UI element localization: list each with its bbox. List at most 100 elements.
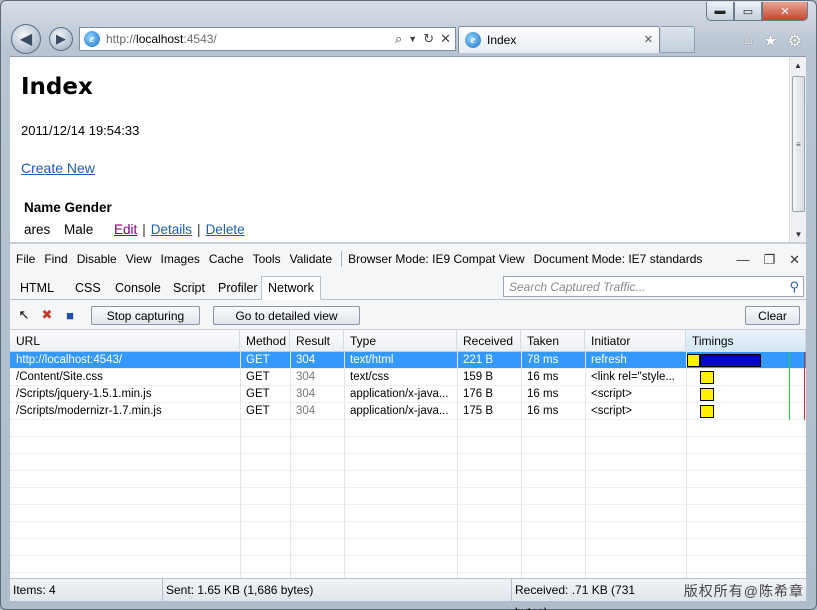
menu-file[interactable]: File: [16, 252, 35, 266]
table-header-row: URL Method Result Type Received Taken In…: [10, 330, 806, 352]
tab-script[interactable]: Script: [167, 276, 211, 300]
new-tab-button[interactable]: [661, 26, 695, 53]
ie-icon: e: [465, 32, 481, 48]
select-cursor-icon[interactable]: ↖: [16, 307, 32, 323]
browser-window: ▬ ▭ ✕ ◀ ▶ e http://localhost:4543/ ⌕ ▼ ↻…: [0, 0, 817, 610]
cell-type: text/css: [350, 371, 389, 383]
cell-initiator: <script>: [591, 388, 632, 400]
cell-method: GET: [246, 388, 270, 400]
address-bar[interactable]: e http://localhost:4543/ ⌕ ▼ ↻ ✕: [79, 27, 456, 51]
window-caption-buttons: ▬ ▭ ✕: [706, 2, 808, 21]
load-event-line: [804, 352, 805, 420]
create-new-link[interactable]: Create New: [21, 160, 95, 176]
close-window-button[interactable]: ✕: [762, 2, 808, 21]
column-divider: [240, 352, 241, 579]
cell-received: 176 B: [463, 388, 494, 400]
detailed-view-button[interactable]: Go to detailed view: [213, 306, 360, 325]
stop-capturing-button[interactable]: Stop capturing: [91, 306, 200, 325]
cell-initiator: refresh: [591, 354, 627, 366]
clear-cache-icon[interactable]: ✖: [39, 307, 55, 323]
page-scrollbar[interactable]: ▲ ≡ ▼: [789, 57, 806, 242]
stop-icon[interactable]: ✕: [440, 31, 451, 47]
forward-arrow-icon: ▶: [56, 31, 66, 46]
cell-taken: 16 ms: [527, 405, 559, 417]
scroll-up-icon[interactable]: ▲: [790, 57, 806, 74]
col-timings[interactable]: Timings: [686, 330, 806, 352]
menu-cache[interactable]: Cache: [209, 252, 244, 266]
cell-result: 304: [296, 371, 316, 383]
navigation-bar: ◀ ▶ e http://localhost:4543/ ⌕ ▼ ↻ ✕ e I…: [9, 23, 810, 55]
menu-disable[interactable]: Disable: [77, 252, 117, 266]
cell-type: application/x-java...: [350, 405, 449, 417]
timing-bar-wait: [700, 371, 714, 384]
col-method[interactable]: Method: [240, 330, 290, 352]
details-link[interactable]: Details: [151, 222, 192, 237]
scroll-thumb[interactable]: ≡: [792, 76, 805, 212]
devtools-undock-icon[interactable]: ❐: [763, 252, 775, 268]
devtools-close-icon[interactable]: ✕: [789, 252, 800, 268]
tab-close-icon[interactable]: ✕: [644, 33, 653, 46]
devtools-minimize-icon[interactable]: —: [736, 252, 749, 268]
cell-type: text/html: [350, 354, 394, 366]
col-received[interactable]: Received: [457, 330, 521, 352]
minimize-button[interactable]: ▬: [706, 2, 734, 21]
col-initiator[interactable]: Initiator: [585, 330, 686, 352]
refresh-icon[interactable]: ↻: [423, 31, 434, 47]
column-divider: [290, 352, 291, 579]
forward-button[interactable]: ▶: [49, 27, 73, 51]
col-taken[interactable]: Taken: [521, 330, 585, 352]
clear-button[interactable]: Clear: [745, 306, 800, 325]
link-separator: |: [197, 222, 201, 237]
column-divider: [344, 352, 345, 579]
cell-initiator: <script>: [591, 405, 632, 417]
document-mode-menu[interactable]: Document Mode: IE7 standards: [534, 252, 703, 266]
network-requests-table: URL Method Result Type Received Taken In…: [10, 329, 806, 579]
column-divider: [585, 352, 586, 579]
browser-mode-menu[interactable]: Browser Mode: IE9 Compat View: [348, 252, 525, 266]
cell-initiator: <link rel="style...: [591, 371, 675, 383]
menu-validate[interactable]: Validate: [290, 252, 332, 266]
search-icon[interactable]: ⌕: [395, 31, 402, 47]
col-url[interactable]: URL: [10, 330, 240, 352]
tab-profiler[interactable]: Profiler: [212, 276, 264, 300]
search-icon[interactable]: ⚲: [789, 279, 799, 295]
tab-index[interactable]: e Index ✕: [458, 26, 660, 53]
column-divider: [521, 352, 522, 579]
cell-result: 304: [296, 405, 316, 417]
cell-result: 304: [296, 388, 316, 400]
scroll-down-icon[interactable]: ▼: [790, 226, 806, 242]
status-bar: Items: 4 Sent: 1.65 KB (1,686 bytes) Rec…: [10, 578, 806, 610]
menu-tools[interactable]: Tools: [253, 252, 281, 266]
tab-css[interactable]: CSS: [69, 276, 107, 300]
tab-network[interactable]: Network: [261, 276, 321, 300]
sort-indicator-icon: ^: [739, 329, 743, 335]
status-received: Received: .71 KB (731 bytes): [515, 583, 636, 610]
back-button[interactable]: ◀: [11, 24, 41, 54]
cell-received: 221 B: [463, 354, 494, 366]
column-divider: [457, 352, 458, 579]
delete-link[interactable]: Delete: [206, 222, 245, 237]
page-title: Index: [21, 74, 93, 100]
search-traffic-input[interactable]: Search Captured Traffic... ⚲: [503, 276, 804, 297]
col-type[interactable]: Type: [344, 330, 457, 352]
save-icon[interactable]: ■: [62, 307, 78, 323]
home-icon[interactable]: ⌂: [744, 31, 754, 51]
ie-icon: e: [84, 31, 100, 47]
favorites-star-icon[interactable]: ★: [763, 31, 777, 51]
search-placeholder: Search Captured Traffic...: [509, 280, 646, 294]
tab-console[interactable]: Console: [109, 276, 167, 300]
gear-icon[interactable]: ⚙: [788, 31, 802, 51]
address-text[interactable]: http://localhost:4543/: [106, 32, 217, 46]
cell-result: 304: [296, 354, 316, 366]
web-page-content: Index 2011/12/14 19:54:33 Create New Nam…: [10, 56, 806, 242]
menu-images[interactable]: Images: [161, 252, 200, 266]
tab-html[interactable]: HTML: [14, 276, 60, 300]
menu-find[interactable]: Find: [44, 252, 67, 266]
network-toolbar: ↖ ✖ ■ Stop capturing Go to detailed view…: [10, 302, 806, 328]
edit-link[interactable]: Edit: [114, 222, 137, 237]
col-result[interactable]: Result: [290, 330, 344, 352]
menu-view[interactable]: View: [126, 252, 152, 266]
cell-url: http://localhost:4543/: [16, 354, 123, 366]
maximize-button[interactable]: ▭: [734, 2, 762, 21]
dropdown-icon[interactable]: ▼: [408, 31, 417, 47]
